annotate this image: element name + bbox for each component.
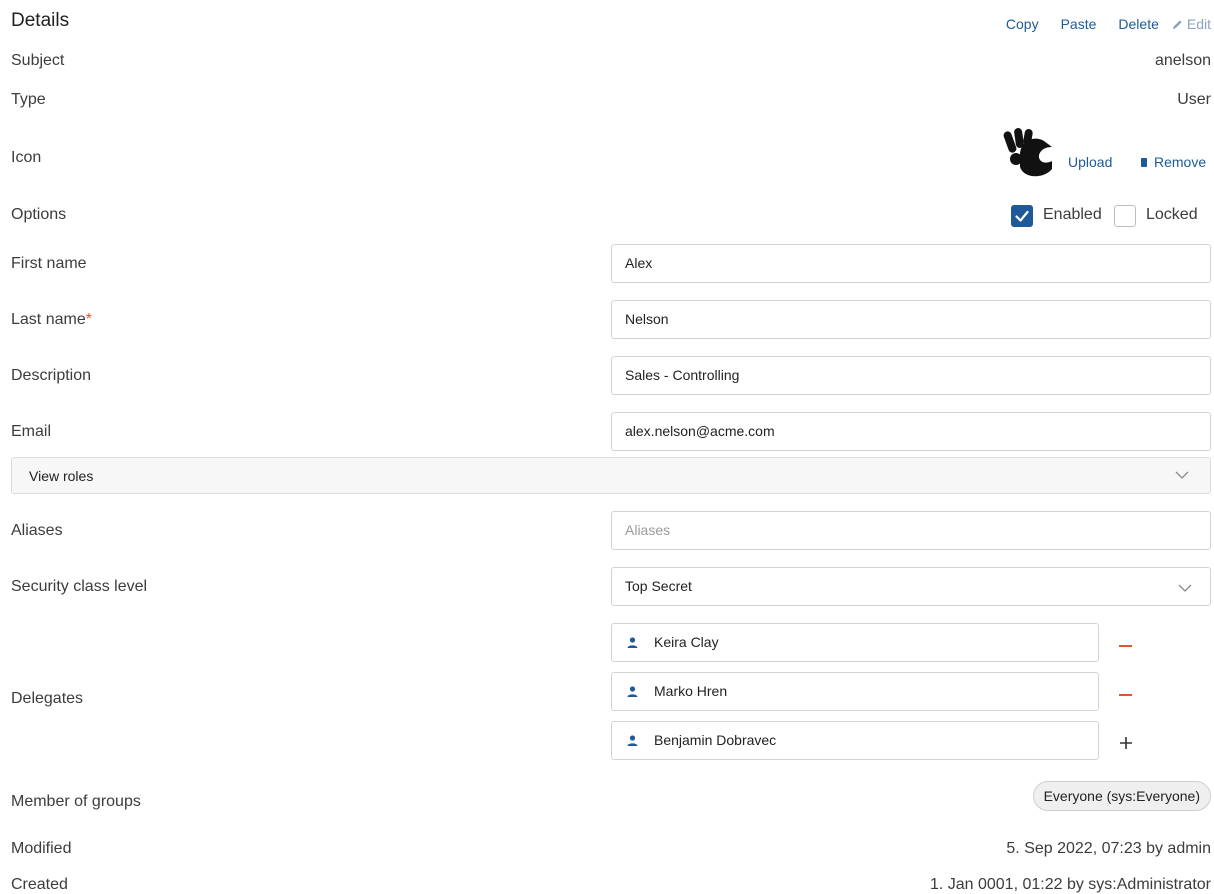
pencil-icon — [1172, 19, 1182, 29]
person-icon — [627, 735, 638, 746]
modified-value: 5. Sep 2022, 07:23 by admin — [1006, 840, 1211, 857]
copy-button[interactable]: Copy — [1006, 16, 1039, 32]
first-name-label: First name — [11, 255, 87, 272]
trash-icon — [1141, 158, 1147, 167]
remove-label: Remove — [1154, 154, 1207, 170]
delegate-name: Keira Clay — [654, 634, 719, 650]
aliases-placeholder: Aliases — [625, 522, 671, 538]
email-input[interactable]: alex.nelson@acme.com — [611, 412, 1211, 451]
view-roles-label: View roles — [29, 468, 94, 484]
subject-value: anelson — [1154, 52, 1211, 69]
delegate-field[interactable]: Keira Clay — [611, 623, 1099, 662]
enabled-label: Enabled — [1043, 206, 1102, 223]
delete-button[interactable]: Delete — [1118, 16, 1158, 32]
add-delegate-button[interactable] — [1119, 736, 1133, 750]
upload-button[interactable]: Upload — [1068, 154, 1112, 170]
description-label: Description — [11, 367, 92, 384]
delegate-field[interactable]: Benjamin Dobravec — [611, 721, 1099, 760]
delegate-name: Benjamin Dobravec — [654, 732, 777, 748]
enabled-checkbox[interactable] — [1011, 205, 1033, 227]
first-name-input[interactable]: Alex — [611, 244, 1211, 283]
last-name-label: Last name* — [11, 311, 92, 329]
aliases-label: Aliases — [11, 522, 63, 539]
page-title: Details — [11, 10, 70, 31]
type-value: User — [1177, 91, 1211, 108]
security-class-label: Security class level — [11, 578, 148, 595]
created-value: 1. Jan 0001, 01:22 by sys:Administrator — [929, 876, 1211, 893]
remove-delegate-button[interactable] — [1119, 694, 1132, 696]
subject-label: Subject — [11, 52, 65, 69]
chevron-down-icon — [1175, 471, 1189, 479]
locked-label: Locked — [1146, 206, 1198, 223]
remove-icon-button[interactable]: Remove — [1141, 154, 1206, 170]
type-label: Type — [11, 91, 46, 108]
last-name-label-text: Last name — [11, 311, 86, 328]
security-class-select[interactable]: Top Secret — [611, 567, 1211, 606]
view-roles-accordion[interactable]: View roles — [11, 457, 1211, 494]
edit-label: Edit — [1186, 16, 1211, 32]
aliases-input[interactable]: Aliases — [611, 511, 1211, 550]
modified-label: Modified — [11, 840, 72, 857]
check-icon — [1015, 210, 1029, 222]
locked-checkbox[interactable] — [1114, 205, 1136, 227]
created-label: Created — [11, 876, 68, 893]
description-input[interactable]: Sales - Controlling — [611, 356, 1211, 395]
edit-button[interactable]: Edit — [1172, 16, 1211, 32]
header-actions: Copy Paste Delete Edit — [1006, 16, 1211, 32]
paste-button[interactable]: Paste — [1061, 16, 1097, 32]
member-of-groups-label: Member of groups — [11, 793, 141, 810]
chevron-down-icon — [1178, 584, 1192, 592]
last-name-input[interactable]: Nelson — [611, 300, 1211, 339]
required-mark: * — [85, 311, 92, 328]
user-avatar-icon — [1003, 128, 1052, 177]
delegate-name: Marko Hren — [654, 683, 728, 699]
person-icon — [627, 686, 638, 697]
group-chip[interactable]: Everyone (sys:Everyone) — [1032, 781, 1211, 811]
delegate-field[interactable]: Marko Hren — [611, 672, 1099, 711]
person-icon — [627, 637, 638, 648]
icon-label: Icon — [11, 149, 42, 166]
security-class-value: Top Secret — [625, 578, 692, 594]
delegates-label: Delegates — [11, 690, 84, 707]
options-label: Options — [11, 206, 67, 223]
email-label: Email — [11, 423, 52, 440]
remove-delegate-button[interactable] — [1119, 645, 1132, 647]
